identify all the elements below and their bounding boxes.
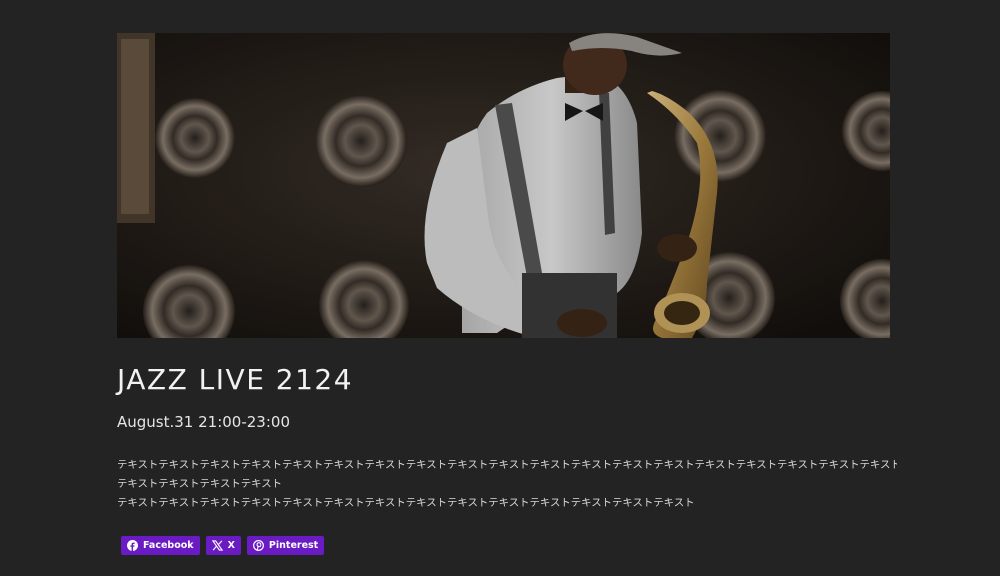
facebook-share-label: Facebook <box>143 540 194 551</box>
x-share-label: X <box>227 540 235 551</box>
event-page: JAZZ LIVE 2124 August.31 21:00-23:00 テキス… <box>0 0 1000 576</box>
pinterest-icon <box>252 540 264 551</box>
share-buttons: Facebook X Pinterest <box>121 536 325 555</box>
event-datetime: August.31 21:00-23:00 <box>117 413 290 431</box>
pinterest-share-button[interactable]: Pinterest <box>246 536 325 555</box>
description-line: テキストテキストテキストテキスト <box>117 478 283 490</box>
pinterest-share-label: Pinterest <box>268 540 319 551</box>
x-icon <box>211 540 223 551</box>
event-description: テキストテキストテキストテキストテキストテキストテキストテキストテキストテキスト… <box>117 456 897 513</box>
facebook-icon <box>127 540 138 551</box>
description-line: テキストテキストテキストテキストテキストテキストテキストテキストテキストテキスト… <box>117 497 695 509</box>
x-share-button[interactable]: X <box>205 536 241 555</box>
description-line: テキストテキストテキストテキストテキストテキストテキストテキストテキストテキスト… <box>117 459 897 471</box>
hero-image <box>117 33 890 338</box>
facebook-share-button[interactable]: Facebook <box>121 536 200 555</box>
event-title: JAZZ LIVE 2124 <box>117 363 354 396</box>
